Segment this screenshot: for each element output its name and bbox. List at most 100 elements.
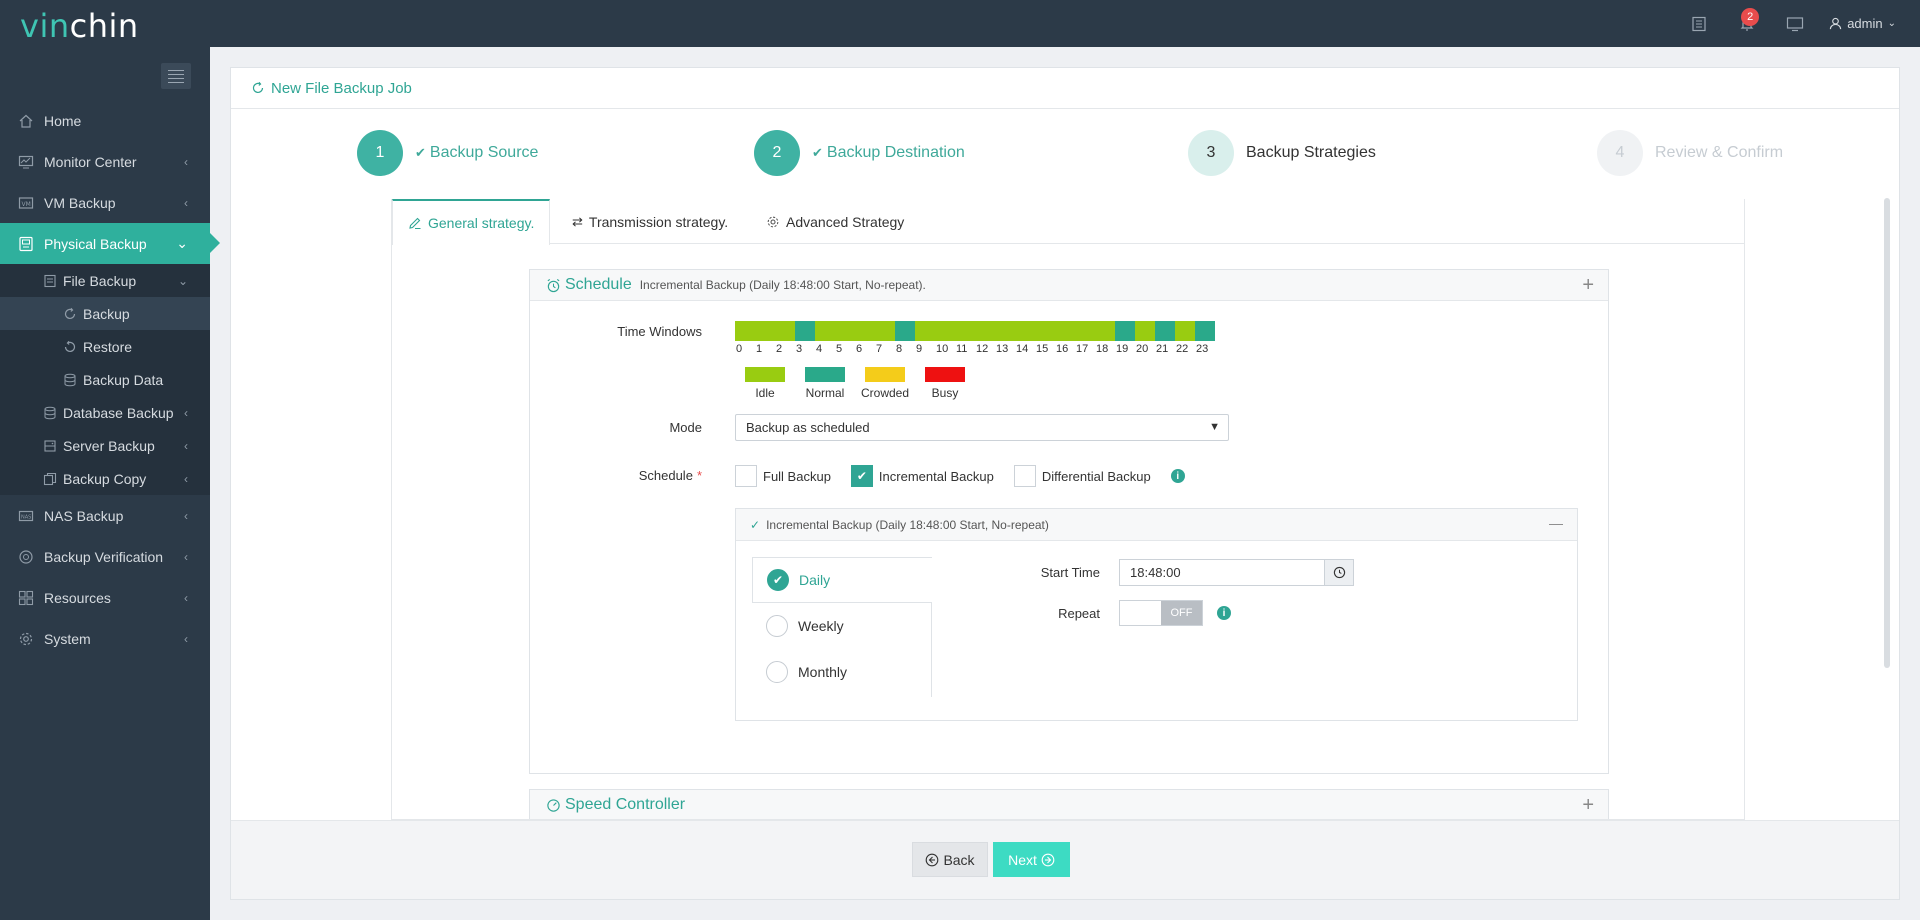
step-backup-strategies[interactable]: 3 Backup Strategies (1188, 130, 1376, 176)
legend-swatch (745, 367, 785, 382)
time-windows-legend: Idle Normal Crowded Busy (735, 367, 975, 400)
check-icon: ✔ (415, 145, 426, 160)
time-window-hour-15[interactable] (1035, 321, 1055, 341)
sidebar-item-backup-copy[interactable]: Backup Copy ‹ (0, 462, 210, 495)
time-window-hour-2[interactable] (775, 321, 795, 341)
sidebar-item-backup-verification[interactable]: Backup Verification ‹ (0, 536, 210, 577)
back-button[interactable]: Back (912, 842, 988, 877)
tab-transmission-strategy[interactable]: ⇄ Transmission strategy. (572, 199, 728, 244)
task-list-icon[interactable] (1685, 10, 1713, 38)
content-scrollbar[interactable] (1884, 198, 1890, 668)
time-window-hour-16[interactable] (1055, 321, 1075, 341)
svg-text:VM: VM (22, 201, 31, 208)
sidebar-item-nas-backup[interactable]: NAS NAS Backup ‹ (0, 495, 210, 536)
step-backup-destination[interactable]: 2 ✔ Backup Destination (754, 130, 965, 176)
hour-label: 14 (1016, 343, 1029, 355)
sidebar-item-restore[interactable]: Restore (0, 330, 210, 363)
full-backup-checkbox[interactable] (735, 465, 757, 487)
incremental-backup-subpanel: ✓ Incremental Backup (Daily 18:48:00 Sta… (735, 508, 1578, 721)
sidebar-item-physical-backup[interactable]: Physical Backup ⌄ (0, 223, 220, 264)
time-window-hour-23[interactable] (1195, 321, 1215, 341)
chevron-down-icon: ⌄ (176, 235, 188, 251)
time-window-hour-21[interactable] (1155, 321, 1175, 341)
time-window-hour-8[interactable] (895, 321, 915, 341)
start-time-input[interactable]: 18:48:00 (1119, 559, 1354, 586)
time-window-hour-11[interactable] (955, 321, 975, 341)
time-window-hour-14[interactable] (1015, 321, 1035, 341)
restore-icon (62, 339, 78, 355)
sidebar-item-server-backup[interactable]: Server Backup ‹ (0, 429, 210, 462)
time-window-hour-7[interactable] (875, 321, 895, 341)
time-window-hour-5[interactable] (835, 321, 855, 341)
clock-icon[interactable] (1324, 559, 1354, 586)
time-window-hour-19[interactable] (1115, 321, 1135, 341)
wizard-footer: Back Next (231, 820, 1899, 899)
info-icon[interactable]: i (1217, 606, 1231, 620)
time-window-hour-20[interactable] (1135, 321, 1155, 341)
edit-icon (409, 217, 421, 229)
tab-general-strategy[interactable]: General strategy. (392, 199, 551, 245)
speed-controller-header[interactable]: Speed Controller + (530, 790, 1608, 819)
step-backup-source[interactable]: 1 ✔ Backup Source (357, 130, 538, 176)
refresh-icon (62, 306, 78, 322)
sidebar-item-resources[interactable]: Resources ‹ (0, 577, 210, 618)
chevron-left-icon: ‹ (184, 631, 188, 646)
time-window-hour-6[interactable] (855, 321, 875, 341)
incremental-backup-checkbox[interactable]: ✔ (850, 465, 873, 487)
frequency-daily[interactable]: ✔ Daily (752, 557, 932, 603)
differential-backup-checkbox[interactable] (1013, 465, 1036, 487)
time-window-hour-12[interactable] (975, 321, 995, 341)
legend-label: Busy (931, 386, 959, 400)
sidebar-item-vm-backup[interactable]: VM VM Backup ‹ (0, 182, 210, 223)
time-window-hour-22[interactable] (1175, 321, 1195, 341)
notification-bell-icon[interactable]: 2 (1733, 7, 1761, 38)
tab-advanced-strategy[interactable]: Advanced Strategy (766, 199, 904, 244)
chevron-left-icon: ‹ (184, 438, 188, 453)
expand-plus-icon[interactable]: + (1582, 274, 1594, 297)
sidebar-item-file-backup[interactable]: File Backup ⌄ (0, 264, 210, 297)
schedule-panel-header[interactable]: Schedule Incremental Backup (Daily 18:48… (530, 270, 1608, 301)
sidebar-toggle-button[interactable] (161, 63, 191, 89)
info-icon[interactable]: i (1170, 469, 1185, 483)
mode-select[interactable]: Backup as scheduled ▼ (735, 414, 1229, 441)
collapse-minus-icon[interactable]: — (1549, 515, 1563, 531)
sidebar-item-home[interactable]: Home (0, 100, 210, 141)
time-window-hour-9[interactable] (915, 321, 935, 341)
frequency-monthly[interactable]: Monthly (752, 649, 931, 695)
sidebar-item-backup[interactable]: Backup (0, 297, 210, 330)
time-window-hour-18[interactable] (1095, 321, 1115, 341)
check-icon: ✓ (750, 517, 761, 532)
expand-plus-icon[interactable]: + (1582, 794, 1594, 817)
incremental-subpanel-header[interactable]: ✓ Incremental Backup (Daily 18:48:00 Sta… (736, 509, 1577, 541)
time-window-hour-1[interactable] (755, 321, 775, 341)
chevron-left-icon: ‹ (184, 195, 188, 210)
repeat-toggle[interactable]: OFF (1119, 600, 1203, 626)
sidebar-item-database-backup[interactable]: Database Backup ‹ (0, 396, 210, 429)
legend-item-crowded: Crowded (855, 367, 915, 400)
vinchin-logo[interactable]: vinchin (20, 7, 139, 45)
frequency-weekly[interactable]: Weekly (752, 603, 931, 649)
schedule-title: Schedule (565, 276, 632, 293)
server-icon (42, 438, 58, 454)
time-window-hour-3[interactable] (795, 321, 815, 341)
sidebar-item-system[interactable]: System ‹ (0, 618, 210, 659)
sidebar-item-backup-data[interactable]: Backup Data (0, 363, 210, 396)
time-window-hour-10[interactable] (935, 321, 955, 341)
legend-swatch (925, 367, 965, 382)
sidebar-item-monitor-center[interactable]: Monitor Center ‹ (0, 141, 210, 182)
time-window-hour-17[interactable] (1075, 321, 1095, 341)
legend-swatch (805, 367, 845, 382)
hour-label: 17 (1076, 343, 1089, 355)
time-window-hour-4[interactable] (815, 321, 835, 341)
hour-label: 21 (1156, 343, 1169, 355)
time-windows-bar[interactable] (735, 321, 1215, 341)
time-window-hour-0[interactable] (735, 321, 755, 341)
time-windows-hours: 0 1 2 3 4 5 6 7 8 9 10 11 12 13 14 15 16 17 18 19 20 21 22 23 (735, 343, 1215, 355)
next-button[interactable]: Next (993, 842, 1070, 877)
alarm-clock-icon (547, 278, 560, 292)
display-icon[interactable] (1781, 10, 1809, 38)
gear-icon (767, 216, 779, 227)
chevron-left-icon: ‹ (184, 590, 188, 605)
user-menu[interactable]: admin ⌄ (1829, 16, 1896, 31)
time-window-hour-13[interactable] (995, 321, 1015, 341)
